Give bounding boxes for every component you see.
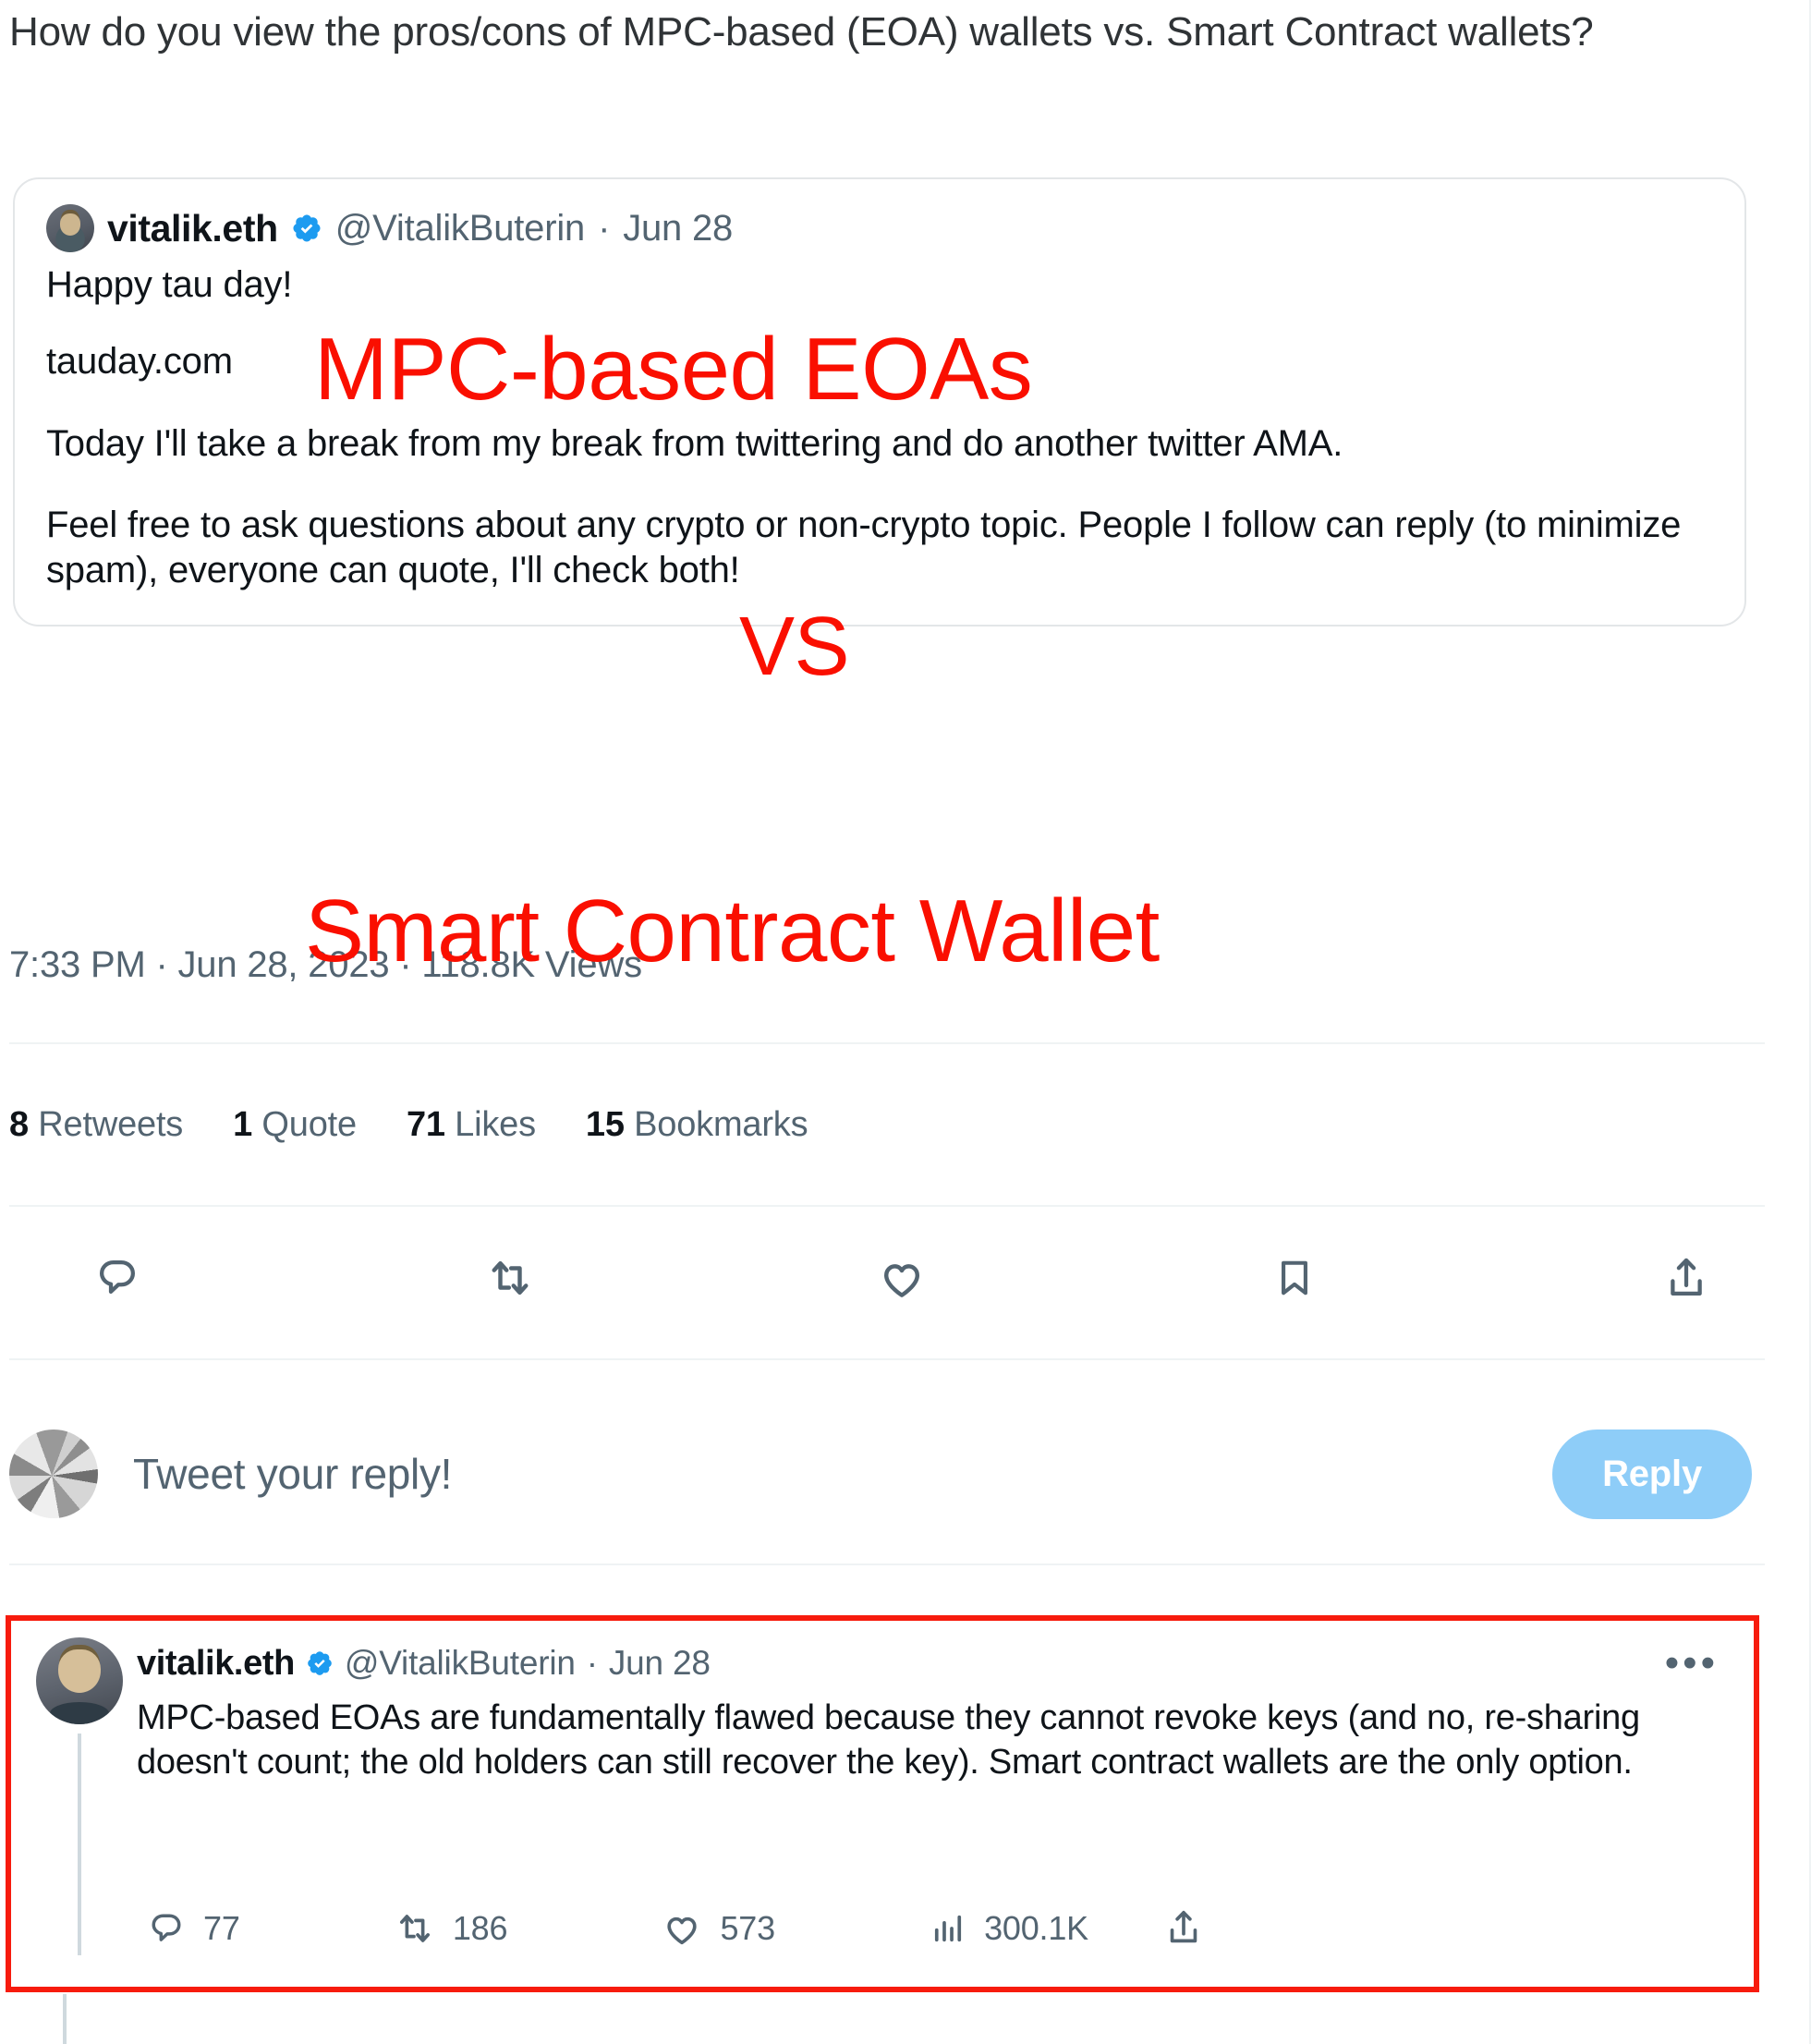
stat-bookmarks[interactable]: 15 Bookmarks bbox=[586, 1105, 808, 1145]
verified-badge-icon bbox=[293, 214, 321, 242]
tweet-actions-row bbox=[89, 1249, 1715, 1307]
quoted-handle[interactable]: @VitalikButerin bbox=[335, 208, 586, 249]
metric-views[interactable]: 300.1K bbox=[929, 1909, 1088, 1948]
reply-name-row: vitalik.eth @VitalikButerin · Jun 28 ••• bbox=[137, 1637, 1730, 1689]
retweet-icon[interactable] bbox=[481, 1249, 539, 1307]
quoted-tweet-header: vitalik.eth @VitalikButerin · Jun 28 bbox=[46, 200, 1713, 257]
quoted-date[interactable]: Jun 28 bbox=[623, 208, 733, 249]
stat-quotes[interactable]: 1 Quote bbox=[233, 1105, 357, 1145]
metric-views-count: 300.1K bbox=[984, 1909, 1088, 1947]
share-icon[interactable] bbox=[1658, 1249, 1715, 1307]
like-icon[interactable] bbox=[873, 1249, 930, 1307]
reply-composer: Tweet your reply! Reply bbox=[9, 1405, 1765, 1543]
reply-icon[interactable] bbox=[89, 1249, 146, 1307]
quoted-separator: · bbox=[598, 207, 611, 249]
reply-display-name[interactable]: vitalik.eth bbox=[137, 1644, 295, 1684]
stat-likes[interactable]: 71 Likes bbox=[407, 1105, 536, 1145]
quoted-line-3: Today I'll take a break from my break fr… bbox=[46, 422, 1343, 464]
tweet-timestamp: 7:33 PM · Jun 28, 2023 · 118.8K Views bbox=[9, 944, 642, 985]
quoted-line-2[interactable]: tauday.com bbox=[46, 339, 1713, 384]
reply-button[interactable]: Reply bbox=[1552, 1429, 1752, 1519]
reply-metrics-row: 77 186 573 300.1K bbox=[146, 1907, 1088, 1950]
divider bbox=[9, 1205, 1765, 1207]
reply-body-text: MPC-based EOAs are fundamentally flawed … bbox=[137, 1698, 1640, 1782]
quoted-line-4: Feel free to ask questions about any cry… bbox=[46, 505, 1682, 591]
divider bbox=[9, 1042, 1765, 1044]
share-icon[interactable] bbox=[1162, 1906, 1205, 1953]
reply-date[interactable]: Jun 28 bbox=[609, 1644, 711, 1683]
page-title: How do you view the pros/cons of MPC-bas… bbox=[9, 9, 1594, 55]
avatar[interactable] bbox=[9, 1430, 98, 1518]
metric-likes-count: 573 bbox=[720, 1909, 775, 1947]
highlighted-reply-tweet[interactable]: vitalik.eth @VitalikButerin · Jun 28 •••… bbox=[6, 1615, 1759, 1992]
tweet-stats-row: 8 Retweets 1 Quote 71 Likes 15 Bookmarks bbox=[9, 1105, 808, 1145]
thread-line bbox=[78, 1734, 81, 1955]
thread-line-continuation bbox=[63, 1994, 67, 2044]
divider bbox=[9, 1358, 1765, 1360]
metric-retweets[interactable]: 186 bbox=[394, 1907, 507, 1950]
quoted-line-1: Happy tau day! bbox=[46, 264, 293, 305]
bookmark-icon[interactable] bbox=[1266, 1249, 1323, 1307]
divider bbox=[9, 1563, 1765, 1565]
metric-replies[interactable]: 77 bbox=[146, 1908, 240, 1949]
quoted-display-name[interactable]: vitalik.eth bbox=[107, 207, 278, 250]
more-options-icon[interactable]: ••• bbox=[1665, 1643, 1730, 1683]
metric-retweets-count: 186 bbox=[452, 1909, 508, 1947]
quoted-tweet-body: Happy tau day! tauday.com Today I'll tak… bbox=[46, 262, 1713, 593]
reply-content: vitalik.eth @VitalikButerin · Jun 28 •••… bbox=[128, 1637, 1730, 1785]
quoted-tweet-card[interactable]: vitalik.eth @VitalikButerin · Jun 28 Hap… bbox=[13, 177, 1746, 627]
metric-likes[interactable]: 573 bbox=[661, 1907, 775, 1950]
avatar[interactable] bbox=[46, 204, 94, 252]
reply-input[interactable]: Tweet your reply! bbox=[133, 1449, 1552, 1499]
tweet-thread-page: How do you view the pros/cons of MPC-bas… bbox=[0, 0, 1811, 2044]
reply-handle[interactable]: @VitalikButerin bbox=[345, 1644, 576, 1683]
verified-badge-icon bbox=[308, 1651, 332, 1675]
metric-replies-count: 77 bbox=[203, 1909, 240, 1947]
avatar[interactable] bbox=[36, 1637, 123, 1724]
stat-retweets[interactable]: 8 Retweets bbox=[9, 1105, 183, 1145]
reply-separator: · bbox=[586, 1644, 598, 1682]
avatar-column bbox=[31, 1637, 128, 1955]
reply-inner: vitalik.eth @VitalikButerin · Jun 28 •••… bbox=[11, 1621, 1754, 1987]
